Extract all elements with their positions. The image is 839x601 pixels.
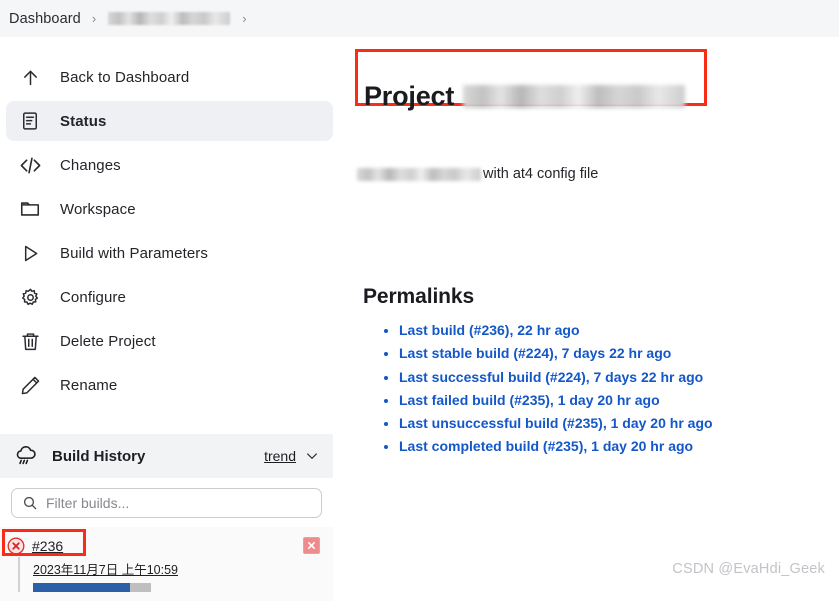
permalink-last-unsuccessful-build[interactable]: Last unsuccessful build (#235), 1 day 20… [399, 415, 713, 431]
build-row-details: 2023年11月7日 上午10:59 [18, 557, 323, 592]
list-item: Last unsuccessful build (#235), 1 day 20… [399, 414, 713, 433]
build-row-header: #236 [7, 535, 323, 557]
sidebar-item-delete-project[interactable]: Delete Project [6, 321, 333, 361]
permalink-last-stable-build[interactable]: Last stable build (#224), 7 days 22 hr a… [399, 345, 671, 361]
arrow-up-icon [18, 65, 42, 89]
list-item: Last build (#236), 22 hr ago [399, 321, 713, 340]
build-number-link[interactable]: #236 [32, 538, 63, 554]
project-description: with at4 config file [357, 166, 598, 182]
permalinks-list: Last build (#236), 22 hr ago Last stable… [373, 321, 713, 461]
permalink-last-build[interactable]: Last build (#236), 22 hr ago [399, 322, 580, 338]
list-item: Last successful build (#224), 7 days 22 … [399, 368, 713, 387]
sidebar-item-build-with-parameters[interactable]: Build with Parameters [6, 233, 333, 273]
project-description-text: with at4 config file [483, 166, 599, 182]
build-list-item[interactable]: #236 2023年11月7日 上午10:59 [0, 529, 333, 601]
sidebar-item-label: Workspace [60, 200, 136, 218]
watermark: CSDN @EvaHdi_Geek [672, 561, 825, 577]
filter-builds-row [0, 478, 333, 527]
stop-build-button[interactable] [303, 537, 320, 554]
sidebar-item-label: Rename [60, 376, 118, 394]
sidebar-nav-list: Back to Dashboard Status Changes Workspa… [0, 37, 339, 405]
filter-builds-input[interactable] [46, 490, 321, 516]
gear-icon [18, 285, 42, 309]
sidebar-item-label: Configure [60, 288, 126, 306]
project-description-redacted [357, 167, 481, 181]
search-icon [22, 495, 38, 511]
trash-icon [18, 329, 42, 353]
page-title-redacted-name [463, 85, 686, 109]
main-content: Project with at4 config file Permalinks … [355, 37, 839, 591]
build-history-header: Build History trend [0, 434, 333, 478]
permalink-last-completed-build[interactable]: Last completed build (#235), 1 day 20 hr… [399, 438, 693, 454]
permalink-last-successful-build[interactable]: Last successful build (#224), 7 days 22 … [399, 369, 703, 385]
sidebar-item-label: Delete Project [60, 332, 156, 350]
filter-builds-field[interactable] [11, 488, 322, 518]
document-icon [18, 109, 42, 133]
sidebar-item-back-to-dashboard[interactable]: Back to Dashboard [6, 57, 333, 97]
folder-icon [18, 197, 42, 221]
build-history-panel: Build History trend Filter builds... #23… [0, 434, 333, 601]
breadcrumb-separator-2: › [242, 11, 247, 26]
list-item: Last failed build (#235), 1 day 20 hr ag… [399, 391, 713, 410]
code-icon [18, 153, 42, 177]
permalink-last-failed-build[interactable]: Last failed build (#235), 1 day 20 hr ag… [399, 392, 660, 408]
breadcrumb: Dashboard › › [0, 0, 839, 37]
page-title-prefix: Project [364, 81, 455, 112]
sidebar-item-label: Back to Dashboard [60, 68, 190, 86]
breadcrumb-item-dashboard[interactable]: Dashboard [9, 11, 81, 27]
page-title: Project [364, 81, 686, 112]
sidebar-item-workspace[interactable]: Workspace [6, 189, 333, 229]
breadcrumb-separator: › [91, 11, 97, 26]
play-icon [18, 241, 42, 265]
sidebar-item-label: Changes [60, 156, 121, 174]
sidebar-item-rename[interactable]: Rename [6, 365, 333, 405]
build-timestamp-link[interactable]: 2023年11月7日 上午10:59 [33, 559, 178, 578]
weather-cloud-rain-icon [13, 443, 39, 469]
build-history-trend-link[interactable]: trend [264, 448, 296, 464]
sidebar-item-status[interactable]: Status [6, 101, 333, 141]
pencil-icon [18, 373, 42, 397]
sidebar-item-label: Build with Parameters [60, 244, 208, 262]
sidebar-item-configure[interactable]: Configure [6, 277, 333, 317]
permalinks-heading: Permalinks [363, 285, 475, 309]
build-list: #236 2023年11月7日 上午10:59 [0, 527, 333, 601]
sidebar-item-changes[interactable]: Changes [6, 145, 333, 185]
build-history-title: Build History [52, 447, 146, 465]
breadcrumb-item-project-redacted[interactable] [108, 12, 231, 25]
chevron-down-icon[interactable] [305, 449, 319, 463]
list-item: Last completed build (#235), 1 day 20 hr… [399, 437, 713, 456]
list-item: Last stable build (#224), 7 days 22 hr a… [399, 344, 713, 363]
failed-x-icon [7, 537, 25, 555]
sidebar-item-label: Status [60, 112, 107, 130]
